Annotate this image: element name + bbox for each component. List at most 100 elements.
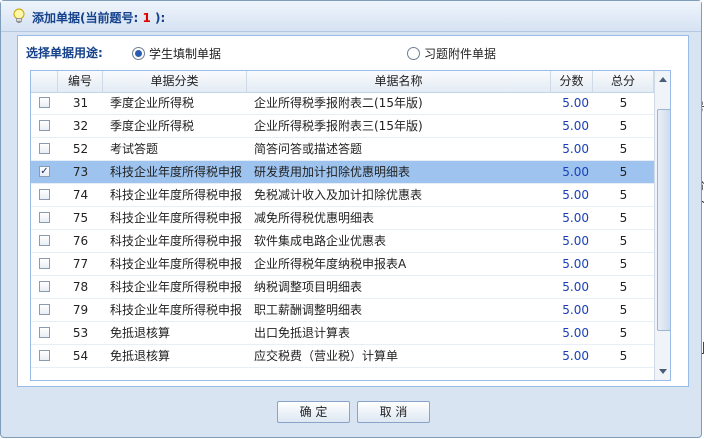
cell-category: 科技企业年度所得税申报 (110, 234, 243, 248)
cell-name: 企业所得税季报附表三(15年版) (254, 119, 423, 133)
row-checkbox[interactable] (39, 235, 50, 246)
table-row[interactable]: 32 季度企业所得税 企业所得税季报附表三(15年版) 5.00 5 (31, 115, 654, 138)
cell-num: 54 (72, 349, 89, 363)
cell-category: 季度企业所得税 (110, 96, 195, 110)
cell-score: 5.00 (562, 280, 589, 294)
table-row[interactable]: 31 季度企业所得税 企业所得税季报附表二(15年版) 5.00 5 (31, 92, 654, 115)
header-total[interactable]: 总分 (593, 71, 654, 92)
table-row[interactable]: 54 免抵退核算 应交税费（营业税）计算单 5.00 5 (31, 345, 654, 368)
lightbulb-icon (13, 8, 25, 23)
cell-total: 5 (619, 303, 628, 317)
header-category[interactable]: 单据分类 (103, 71, 247, 92)
cell-name: 企业所得税季报附表二(15年版) (254, 96, 423, 110)
cell-num: 75 (72, 211, 89, 225)
cell-name: 纳税调整项目明细表 (254, 280, 363, 294)
scroll-thumb[interactable] (657, 109, 670, 331)
cell-score: 5.00 (562, 349, 589, 363)
scroll-down-icon[interactable] (659, 369, 667, 374)
table-row[interactable]: 78 科技企业年度所得税申报 纳税调整项目明细表 5.00 5 (31, 276, 654, 299)
cell-total: 5 (619, 119, 628, 133)
row-checkbox[interactable] (39, 120, 50, 131)
cell-num: 78 (72, 280, 89, 294)
cell-num: 73 (72, 165, 89, 179)
cell-name: 减免所得税优惠明细表 (254, 211, 375, 225)
table-row[interactable]: 52 考试答题 简答问答或描述答题 5.00 5 (31, 138, 654, 161)
cell-name: 软件集成电路企业优惠表 (254, 234, 387, 248)
cell-total: 5 (619, 188, 628, 202)
table-row[interactable]: 75 科技企业年度所得税申报 减免所得税优惠明细表 5.00 5 (31, 207, 654, 230)
cell-name: 简答问答或描述答题 (254, 142, 363, 156)
cell-category: 科技企业年度所得税申报 (110, 211, 243, 225)
cell-category: 科技企业年度所得税申报 (110, 188, 243, 202)
cell-total: 5 (619, 142, 628, 156)
dialog-titlebar[interactable]: 添加单据(当前题号: 1 ): (1, 1, 701, 32)
cell-total: 5 (619, 211, 628, 225)
cell-name: 出口免抵退计算表 (254, 326, 351, 340)
dialog-panel: 选择单据用途: 学生填制单据 习题附件单据 编号 单据分类 单据名称 分数 总分… (17, 35, 689, 387)
cell-num: 53 (72, 326, 89, 340)
cell-category: 科技企业年度所得税申报 (110, 165, 243, 179)
row-checkbox[interactable] (39, 189, 50, 200)
table-row[interactable]: 77 科技企业年度所得税申报 企业所得税年度纳税申报表A 5.00 5 (31, 253, 654, 276)
table-row[interactable]: ✓ 73 科技企业年度所得税申报 研发费用加计扣除优惠明细表 5.00 5 (31, 161, 654, 184)
header-score[interactable]: 分数 (551, 71, 593, 92)
radio-student[interactable] (132, 47, 145, 60)
cell-total: 5 (619, 234, 628, 248)
radio-attachment[interactable] (407, 47, 420, 60)
cell-name: 企业所得税年度纳税申报表A (254, 257, 407, 271)
row-checkbox[interactable] (39, 258, 50, 269)
cell-total: 5 (619, 280, 628, 294)
cell-name: 研发费用加计扣除优惠明细表 (254, 165, 411, 179)
cell-num: 76 (72, 234, 89, 248)
cancel-button[interactable]: 取 消 (357, 401, 430, 423)
add-document-dialog: 添加单据(当前题号: 1 ): 选择单据用途: 学生填制单据 习题附件单据 编号… (0, 0, 702, 438)
cell-num: 74 (72, 188, 89, 202)
cell-name: 应交税费（营业税）计算单 (254, 349, 399, 363)
cell-total: 5 (619, 349, 628, 363)
cell-category: 免抵退核算 (110, 326, 171, 340)
cell-num: 79 (72, 303, 89, 317)
cell-score: 5.00 (562, 326, 589, 340)
header-num[interactable]: 编号 (58, 71, 103, 92)
cell-total: 5 (619, 326, 628, 340)
cell-num: 52 (72, 142, 89, 156)
table-row[interactable]: 74 科技企业年度所得税申报 免税减计收入及加计扣除优惠表 5.00 5 (31, 184, 654, 207)
row-checkbox[interactable] (39, 212, 50, 223)
table-row[interactable]: 53 免抵退核算 出口免抵退计算表 5.00 5 (31, 322, 654, 345)
dialog-title: 添加单据(当前题号: 1 ): (32, 11, 166, 25)
cell-score: 5.00 (562, 96, 589, 110)
row-checkbox[interactable] (39, 281, 50, 292)
row-checkbox[interactable] (39, 350, 50, 361)
radio-student-label[interactable]: 学生填制单据 (149, 45, 221, 62)
row-checkbox[interactable] (39, 327, 50, 338)
ok-button[interactable]: 确 定 (277, 401, 350, 423)
cell-category: 科技企业年度所得税申报 (110, 280, 243, 294)
cell-score: 5.00 (562, 257, 589, 271)
cell-score: 5.00 (562, 211, 589, 225)
cell-num: 32 (72, 119, 89, 133)
document-grid: 编号 单据分类 单据名称 分数 总分 31 季度企业所得税 企业所得税季报附表二(1… (30, 70, 671, 381)
table-row[interactable]: 76 科技企业年度所得税申报 软件集成电路企业优惠表 5.00 5 (31, 230, 654, 253)
table-row[interactable]: 79 科技企业年度所得税申报 职工薪酬调整明细表 5.00 5 (31, 299, 654, 322)
cell-category: 科技企业年度所得税申报 (110, 303, 243, 317)
cell-total: 5 (619, 165, 628, 179)
cell-score: 5.00 (562, 188, 589, 202)
cell-score: 5.00 (562, 165, 589, 179)
vertical-scrollbar[interactable] (654, 71, 670, 380)
cell-name: 免税减计收入及加计扣除优惠表 (254, 188, 423, 202)
row-checkbox[interactable] (39, 304, 50, 315)
question-number: 1 (142, 11, 151, 25)
cell-score: 5.00 (562, 303, 589, 317)
row-checkbox[interactable] (39, 143, 50, 154)
cell-score: 5.00 (562, 119, 589, 133)
header-check (31, 71, 58, 92)
purpose-label: 选择单据用途: (26, 46, 103, 60)
row-checkbox[interactable] (39, 97, 50, 108)
cell-num: 77 (72, 257, 89, 271)
radio-attachment-label[interactable]: 习题附件单据 (424, 45, 496, 62)
cell-score: 5.00 (562, 234, 589, 248)
header-name[interactable]: 单据名称 (247, 71, 551, 92)
cell-category: 免抵退核算 (110, 349, 171, 363)
scroll-up-icon[interactable] (659, 77, 667, 82)
row-checkbox[interactable]: ✓ (39, 166, 50, 177)
